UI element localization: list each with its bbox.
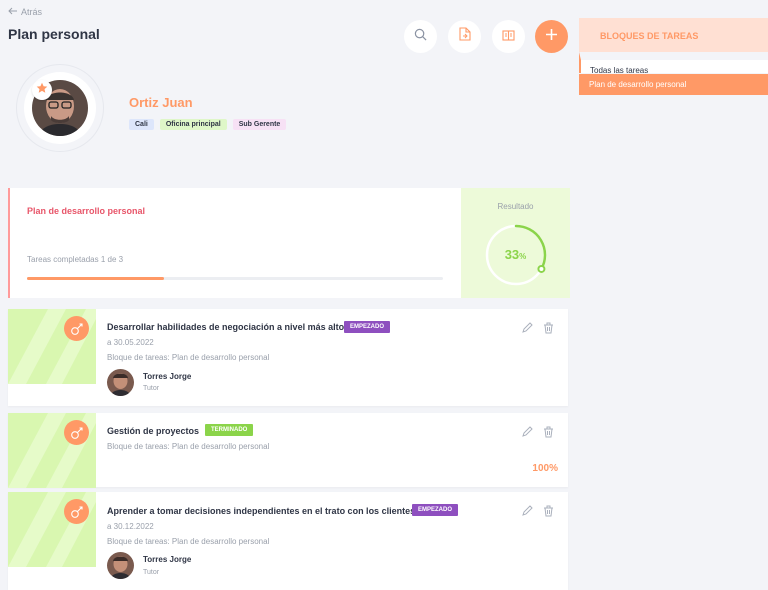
profile-name: Ortiz Juan bbox=[129, 95, 193, 110]
task-type-icon bbox=[64, 316, 89, 341]
tutor-avatar bbox=[107, 552, 134, 579]
result-panel: Resultado 33% bbox=[461, 188, 570, 298]
tag-position: Sub Gerente bbox=[232, 119, 287, 130]
search-button[interactable] bbox=[404, 20, 437, 53]
tutor-name: Torres Jorge bbox=[143, 372, 192, 381]
task-blocks-header: BLOQUES DE TAREAS bbox=[579, 18, 768, 52]
task-actions bbox=[521, 504, 554, 522]
favorite-badge[interactable] bbox=[32, 80, 52, 100]
task-card[interactable]: Gestión de proyectos TERMINADO Bloque de… bbox=[8, 413, 568, 488]
edit-icon[interactable] bbox=[521, 321, 533, 339]
result-percent: 33% bbox=[461, 247, 570, 262]
task-actions bbox=[521, 425, 554, 443]
task-thumbnail bbox=[8, 309, 96, 384]
status-badge: TERMINADO bbox=[205, 424, 254, 436]
plan-summary-card: Plan de desarrollo personal Tareas compl… bbox=[8, 188, 570, 298]
plan-title: Plan de desarrollo personal bbox=[27, 206, 146, 216]
task-block-personal-plan[interactable]: Plan de desarrollo personal bbox=[579, 74, 768, 95]
task-block: Bloque de tareas: Plan de desarrollo per… bbox=[107, 537, 270, 546]
tutor-name: Torres Jorge bbox=[143, 555, 192, 564]
task-due-date: a 30.05.2022 bbox=[107, 338, 154, 347]
result-value: 33 bbox=[504, 247, 520, 262]
page-title: Plan personal bbox=[8, 26, 100, 42]
trash-icon[interactable] bbox=[543, 504, 554, 522]
plus-icon bbox=[545, 28, 558, 46]
tutor-role: Tutor bbox=[143, 385, 160, 392]
back-link[interactable]: Atrás bbox=[8, 7, 42, 17]
tag-city: Cali bbox=[129, 119, 154, 130]
task-block-all[interactable]: Todas las tareas bbox=[579, 52, 768, 75]
task-title[interactable]: Aprender a tomar decisiones independient… bbox=[107, 506, 415, 516]
task-block: Bloque de tareas: Plan de desarrollo per… bbox=[107, 353, 270, 362]
edit-icon[interactable] bbox=[521, 504, 533, 522]
back-label: Atrás bbox=[21, 7, 43, 17]
task-thumbnail bbox=[8, 492, 96, 567]
view-button[interactable] bbox=[492, 20, 525, 53]
star-icon bbox=[36, 81, 48, 99]
status-badge: EMPEZADO bbox=[344, 321, 391, 333]
tutor-role: Tutor bbox=[143, 569, 160, 576]
task-actions bbox=[521, 321, 554, 339]
view-columns-icon bbox=[502, 28, 515, 46]
export-button[interactable] bbox=[448, 20, 481, 53]
task-title[interactable]: Desarrollar habilidades de negociación a… bbox=[107, 322, 344, 332]
status-badge: EMPEZADO bbox=[412, 504, 459, 516]
trash-icon[interactable] bbox=[543, 321, 554, 339]
file-export-icon bbox=[458, 27, 471, 46]
profile-tags: Cali Oficina principal Sub Gerente bbox=[129, 119, 287, 130]
tutor-avatar bbox=[107, 369, 134, 396]
task-percent: 100% bbox=[532, 463, 558, 474]
task-card[interactable]: Aprender a tomar decisiones independient… bbox=[8, 492, 568, 590]
task-type-icon bbox=[64, 420, 89, 445]
arrow-left-icon bbox=[8, 7, 18, 17]
tag-office: Oficina principal bbox=[159, 119, 227, 130]
task-blocks-panel: BLOQUES DE TAREAS Todas las tareas Plan … bbox=[579, 18, 768, 95]
plan-progress-bar bbox=[27, 277, 443, 280]
plan-progress-fill bbox=[27, 277, 165, 280]
task-thumbnail bbox=[8, 413, 96, 488]
completed-tasks-text: Tareas completadas 1 de 3 bbox=[27, 255, 124, 264]
search-icon bbox=[414, 28, 427, 46]
trash-icon[interactable] bbox=[543, 425, 554, 443]
task-block-label: Plan de desarrollo personal bbox=[589, 80, 687, 89]
add-button[interactable] bbox=[535, 20, 568, 53]
result-label: Resultado bbox=[497, 202, 534, 211]
task-card[interactable]: Desarrollar habilidades de negociación a… bbox=[8, 309, 568, 406]
edit-icon[interactable] bbox=[521, 425, 533, 443]
task-type-icon bbox=[64, 499, 89, 524]
profile-avatar bbox=[16, 64, 104, 152]
task-block: Bloque de tareas: Plan de desarrollo per… bbox=[107, 442, 270, 451]
result-unit: % bbox=[519, 252, 527, 261]
task-title[interactable]: Gestión de proyectos bbox=[107, 426, 199, 436]
task-due-date: a 30.12.2022 bbox=[107, 522, 154, 531]
